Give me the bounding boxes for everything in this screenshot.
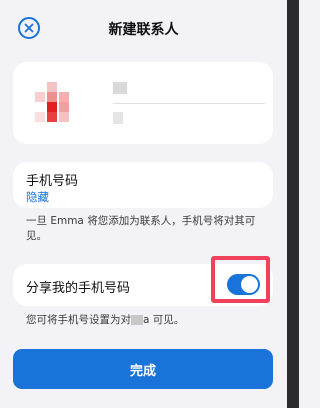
avatar <box>35 78 81 126</box>
new-contact-sheet: 新建联系人 手机号码 隐藏 一旦 Emma 将您添加为联系人，手机号将对其可见。… <box>0 0 287 408</box>
toggle-knob <box>241 276 258 293</box>
share-note-suffix: a 可见。 <box>143 314 185 326</box>
dialog-title: 新建联系人 <box>108 22 179 38</box>
phone-label: 手机号码 <box>26 174 79 189</box>
share-note-prefix: 您可将手机号设置为对 <box>26 314 131 326</box>
share-phone-label: 分享我的手机号码 <box>26 281 131 296</box>
window-edge <box>287 0 299 408</box>
phone-card: 手机号码 隐藏 <box>13 162 273 208</box>
name-field-redacted[interactable] <box>113 82 127 94</box>
done-button[interactable]: 完成 <box>13 349 273 389</box>
share-phone-toggle[interactable] <box>227 274 260 295</box>
name-divider <box>113 103 265 104</box>
hide-phone-link[interactable]: 隐藏 <box>26 189 49 205</box>
name-field-redacted-2[interactable] <box>113 112 123 124</box>
phone-visibility-note: 一旦 Emma 将您添加为联系人，手机号将对其可见。 <box>26 215 256 242</box>
redacted-name <box>131 315 143 325</box>
share-visibility-note: 您可将手机号设置为对 a 可见。 <box>26 313 276 328</box>
name-card <box>13 62 273 144</box>
